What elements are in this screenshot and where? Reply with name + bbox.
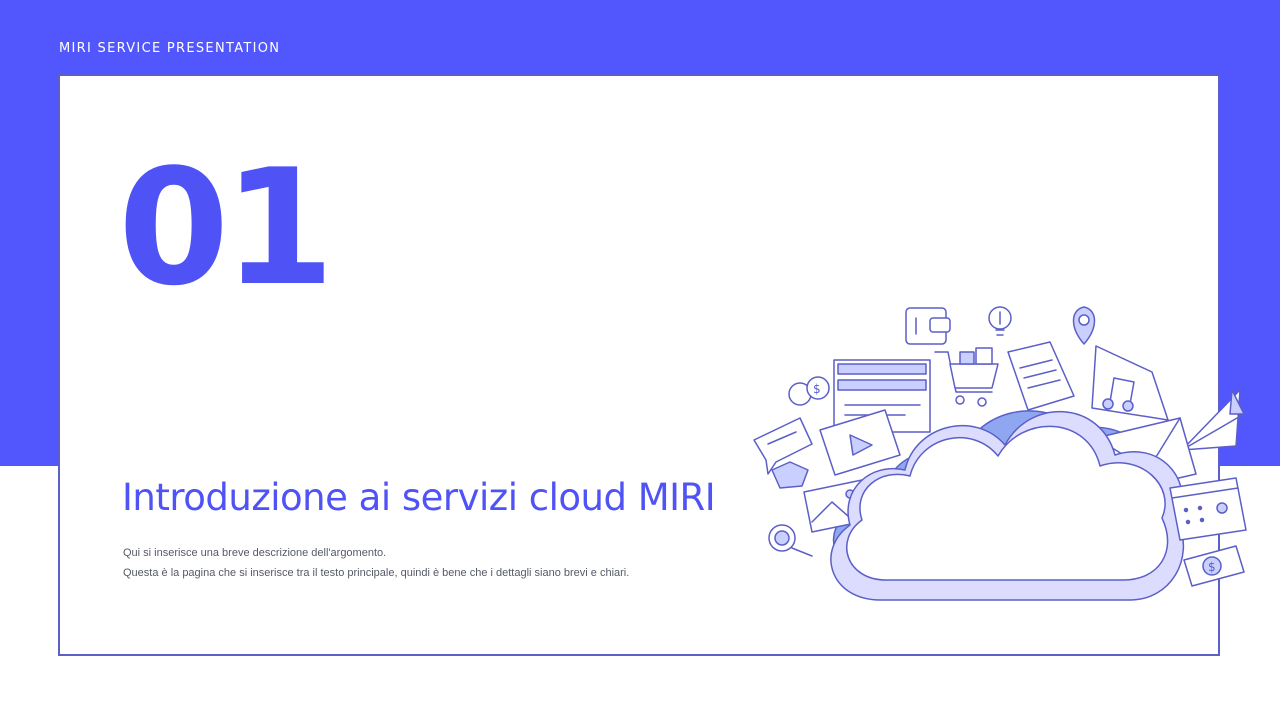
section-title: Introduzione ai servizi cloud MIRI [122, 476, 716, 519]
paper-plane-icon [1181, 389, 1245, 451]
money-icon: $ [1183, 545, 1245, 587]
document-icon [1007, 341, 1075, 411]
svg-text:$: $ [1208, 560, 1216, 574]
wallet-icon [905, 307, 951, 345]
coins-icon: $ [788, 376, 830, 406]
magnifier-icon [768, 524, 813, 557]
shopping-cart-icon [934, 347, 999, 407]
music-folder-icon [1091, 345, 1169, 421]
play-card-icon [819, 409, 901, 476]
section-number: 01 [118, 134, 335, 321]
calendar-icon [1169, 477, 1247, 541]
location-pin-icon [1072, 306, 1096, 345]
svg-text:$: $ [813, 382, 821, 396]
chat-like-icon [753, 417, 813, 489]
lightbulb-icon [988, 306, 1012, 336]
description-line-2: Questa è la pagina che si inserisce tra … [123, 567, 630, 579]
presentation-label: MIRI SERVICE PRESENTATION [59, 41, 281, 56]
cloud-services-illustration: $ $ [753, 306, 1247, 601]
description-line-1: Qui si inserisce una breve descrizione d… [123, 547, 387, 559]
